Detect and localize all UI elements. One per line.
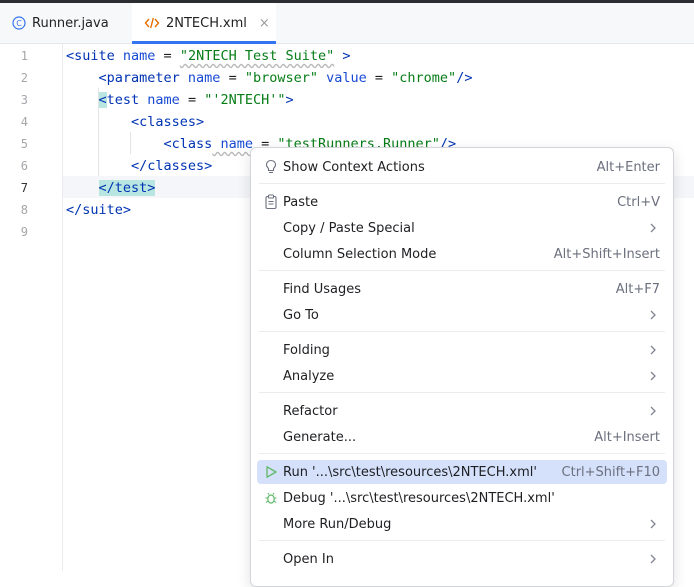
class-icon: C [12, 16, 26, 30]
matched-tag-highlight: </test> [98, 180, 156, 196]
menu-item-find-usages[interactable]: Find Usages Alt+F7 [257, 277, 667, 301]
chevron-right-icon [650, 223, 656, 233]
menu-item-analyze[interactable]: Analyze [257, 364, 667, 388]
tab-label: 2NTECH.xml [166, 15, 247, 31]
menu-item-folding[interactable]: Folding [257, 338, 667, 362]
menu-item-open-in[interactable]: Open In [257, 547, 667, 571]
line-number: 3 [20, 93, 28, 107]
editor-tab-bar: C Runner.java 2NTECH.xml × [0, 3, 694, 44]
matched-tag-highlight: < [98, 92, 107, 108]
code-line-6: </classes> [131, 158, 213, 174]
menu-item-show-context-actions[interactable]: Show Context Actions Alt+Enter [257, 155, 667, 179]
code-line-1: <suite name = "2NTECH Test Suite" > [66, 48, 351, 64]
line-number: 9 [20, 225, 28, 239]
clipboard-icon [263, 194, 279, 210]
line-number: 5 [20, 137, 28, 151]
chevron-right-icon [650, 406, 656, 416]
chevron-right-icon [650, 345, 656, 355]
chevron-right-icon [650, 519, 656, 529]
close-icon[interactable]: × [259, 16, 270, 31]
xml-icon [144, 16, 160, 30]
tab-2ntech-xml[interactable]: 2NTECH.xml × [132, 3, 276, 44]
menu-item-paste[interactable]: Paste Ctrl+V [257, 190, 667, 214]
line-number-current: 7 [20, 181, 28, 195]
line-number: 4 [20, 115, 28, 129]
code-line-4: <classes> [131, 114, 205, 130]
context-menu: Show Context Actions Alt+Enter Paste Ctr… [250, 147, 674, 587]
menu-separator [259, 270, 665, 271]
menu-item-debug[interactable]: Debug '...\src\test\resources\2NTECH.xml… [257, 486, 667, 510]
menu-item-copy-paste-special[interactable]: Copy / Paste Special [257, 216, 667, 240]
code-line-2: <parameter name = "browser" value = "chr… [98, 70, 473, 86]
lightbulb-icon [263, 159, 279, 175]
menu-separator [259, 392, 665, 393]
svg-text:C: C [16, 19, 22, 28]
code-line-7: </test> [66, 177, 156, 199]
menu-item-column-selection-mode[interactable]: Column Selection Mode Alt+Shift+Insert [257, 242, 667, 266]
menu-item-run[interactable]: Run '...\src\test\resources\2NTECH.xml' … [257, 460, 667, 484]
menu-item-go-to[interactable]: Go To [257, 303, 667, 327]
chevron-right-icon [650, 554, 656, 564]
code-line-8: </suite> [66, 202, 132, 218]
line-number: 6 [20, 159, 28, 173]
menu-separator [259, 453, 665, 454]
chevron-right-icon [650, 310, 656, 320]
line-number: 1 [20, 49, 28, 63]
line-number: 8 [20, 203, 28, 217]
menu-separator [259, 540, 665, 541]
menu-separator [259, 183, 665, 184]
menu-separator [259, 331, 665, 332]
chevron-right-icon [650, 371, 656, 381]
debug-icon [263, 490, 279, 506]
menu-item-more-run-debug[interactable]: More Run/Debug [257, 512, 667, 536]
menu-item-refactor[interactable]: Refactor [257, 399, 667, 423]
line-number: 2 [20, 71, 28, 85]
run-icon [263, 464, 279, 480]
gutter-separator [62, 44, 63, 571]
code-line-3: <test name = "'2NTECH'"> [98, 92, 294, 108]
tab-runner-java[interactable]: C Runner.java [0, 3, 132, 43]
tab-label: Runner.java [32, 15, 109, 31]
menu-item-generate[interactable]: Generate... Alt+Insert [257, 425, 667, 449]
